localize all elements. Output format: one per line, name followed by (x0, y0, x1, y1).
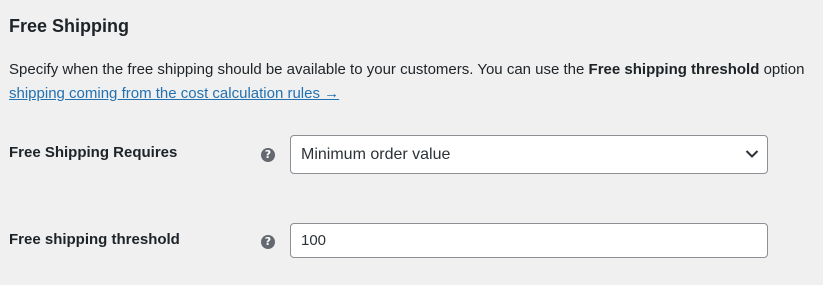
free-shipping-threshold-label: Free shipping threshold (9, 231, 180, 248)
description-text: Specify when the free shipping should be… (9, 61, 589, 78)
section-title: Free Shipping (9, 16, 130, 36)
free-shipping-requires-label: Free Shipping Requires (9, 144, 178, 161)
help-icon[interactable]: ? (261, 235, 275, 249)
free-shipping-requires-select[interactable]: Minimum order value (290, 135, 768, 174)
help-icon[interactable]: ? (261, 148, 275, 162)
free-shipping-settings: Free Shipping Specify when the free ship… (0, 0, 823, 285)
section-description: Specify when the free shipping should be… (9, 58, 823, 106)
chevron-down-icon (745, 150, 759, 158)
description-bold-text: Free shipping threshold (588, 61, 760, 78)
description-text-after: option (759, 61, 805, 78)
cost-calculation-rules-link[interactable]: shipping coming from the cost calculatio… (9, 82, 823, 106)
description-line: Specify when the free shipping should be… (9, 58, 823, 82)
free-shipping-threshold-input[interactable] (290, 223, 768, 258)
selected-option: Minimum order value (301, 146, 451, 163)
